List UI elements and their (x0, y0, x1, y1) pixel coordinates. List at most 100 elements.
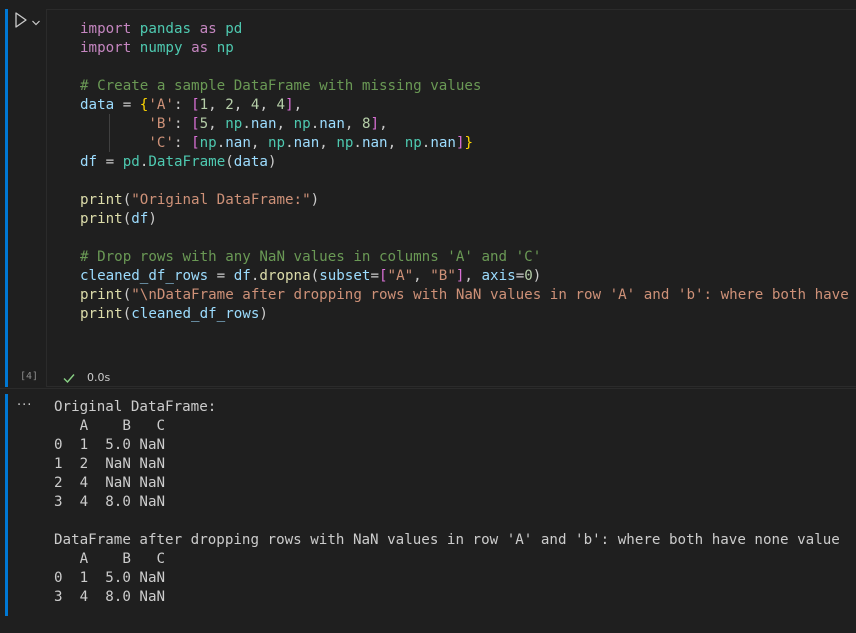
code-content: import pandas as pd import numpy as np # C… (80, 20, 856, 324)
code-token: cleaned_df_rows (131, 306, 260, 322)
code-token: df (131, 211, 149, 227)
code-token: numpy (139, 40, 183, 56)
code-token: ) (267, 154, 277, 170)
code-line: 'B': [5, np.nan, np.nan, 8], (80, 115, 856, 134)
output-line: Original DataFrame: (54, 399, 217, 415)
code-token: "A" (387, 268, 414, 284)
code-token: ( (122, 211, 132, 227)
code-token: subset (319, 268, 371, 284)
code-token: np (293, 116, 311, 132)
code-line: # Create a sample DataFrame with missing… (80, 77, 856, 96)
code-line: print(cleaned_df_rows) (80, 305, 856, 324)
output-line: DataFrame after dropping rows with NaN v… (54, 532, 840, 548)
code-token: . (216, 135, 226, 151)
code-token: # Drop rows with any NaN values in colum… (80, 249, 542, 265)
code-token: as (191, 40, 209, 56)
code-token: nan (250, 116, 277, 132)
ellipsis-icon[interactable]: ··· (17, 398, 32, 413)
code-token: , (250, 135, 268, 151)
code-token: ) (532, 268, 542, 284)
code-token: , (379, 116, 388, 132)
code-token: ( (122, 287, 132, 303)
code-line: # Drop rows with any NaN values in colum… (80, 248, 856, 267)
play-icon (15, 12, 27, 28)
code-token: 0 (524, 268, 533, 284)
code-token: pd (122, 154, 140, 170)
code-token: import (80, 40, 132, 56)
output-line: 0 1 5.0 NaN (54, 437, 166, 453)
code-token: , (413, 268, 431, 284)
code-token: print (80, 306, 123, 322)
code-token: pandas (139, 21, 192, 37)
code-line: import pandas as pd (80, 20, 856, 39)
code-token: , (293, 97, 303, 113)
code-token: . (242, 116, 251, 132)
code-token: nan (361, 135, 388, 151)
code-line: cleaned_df_rows = df.dropna(subset=["A",… (80, 267, 856, 286)
code-token: } (464, 135, 474, 151)
code-line: print("\nDataFrame after dropping rows w… (80, 286, 856, 305)
code-token: 'B' (148, 116, 174, 132)
code-line: import numpy as np (80, 39, 856, 58)
code-token: 'A' (148, 97, 174, 113)
output-line: 1 2 NaN NaN (54, 456, 166, 472)
code-token: np (336, 135, 354, 151)
code-token: , (464, 268, 482, 284)
code-token: 8 (361, 116, 371, 132)
code-token: dropna (259, 268, 311, 284)
code-token: df (80, 154, 98, 170)
code-token: nan (430, 135, 456, 151)
code-token: np (404, 135, 422, 151)
code-token: , (276, 116, 294, 132)
output-line: 2 4 NaN NaN (54, 475, 166, 491)
output-line: A B C (54, 418, 166, 434)
code-token: 4 (276, 97, 286, 113)
code-token: import (80, 21, 132, 37)
code-token: "B" (430, 268, 456, 284)
code-token: cleaned_df_rows (80, 268, 209, 284)
code-token: data (80, 97, 115, 113)
code-token: data (233, 154, 268, 170)
code-token: 'C' (148, 135, 174, 151)
code-token: ] (370, 116, 380, 132)
run-cell-button[interactable] (13, 11, 29, 29)
code-token: ] (455, 135, 465, 151)
code-token: [ (191, 97, 200, 113)
code-token: ) (148, 211, 157, 227)
code-token: axis (481, 268, 516, 284)
code-token: : (173, 135, 192, 151)
code-token: "\nDataFrame after dropping rows with Na… (131, 287, 856, 303)
code-token: # Create a sample DataFrame with missing… (80, 78, 482, 94)
code-token: nan (319, 116, 345, 132)
code-token: , (233, 97, 251, 113)
code-token: 5 (199, 116, 209, 132)
code-token: , (387, 135, 405, 151)
run-options-button[interactable] (31, 13, 41, 26)
code-token: DataFrame (148, 154, 226, 170)
code-token: np (225, 116, 243, 132)
code-token: = (208, 268, 234, 284)
code-line: print("Original DataFrame:") (80, 191, 856, 210)
code-token: print (80, 287, 123, 303)
code-token: ( (122, 192, 132, 208)
code-token: nan (225, 135, 251, 151)
code-token: : (173, 116, 192, 132)
output-line: 3 4 8.0 NaN (54, 494, 166, 510)
code-token: . (285, 135, 294, 151)
code-token: print (80, 192, 123, 208)
code-token: 2 (225, 97, 234, 113)
code-token: = (97, 154, 123, 170)
code-token: . (310, 116, 320, 132)
chevron-down-icon (32, 20, 40, 26)
code-token: np (267, 135, 286, 151)
code-token: , (208, 116, 226, 132)
